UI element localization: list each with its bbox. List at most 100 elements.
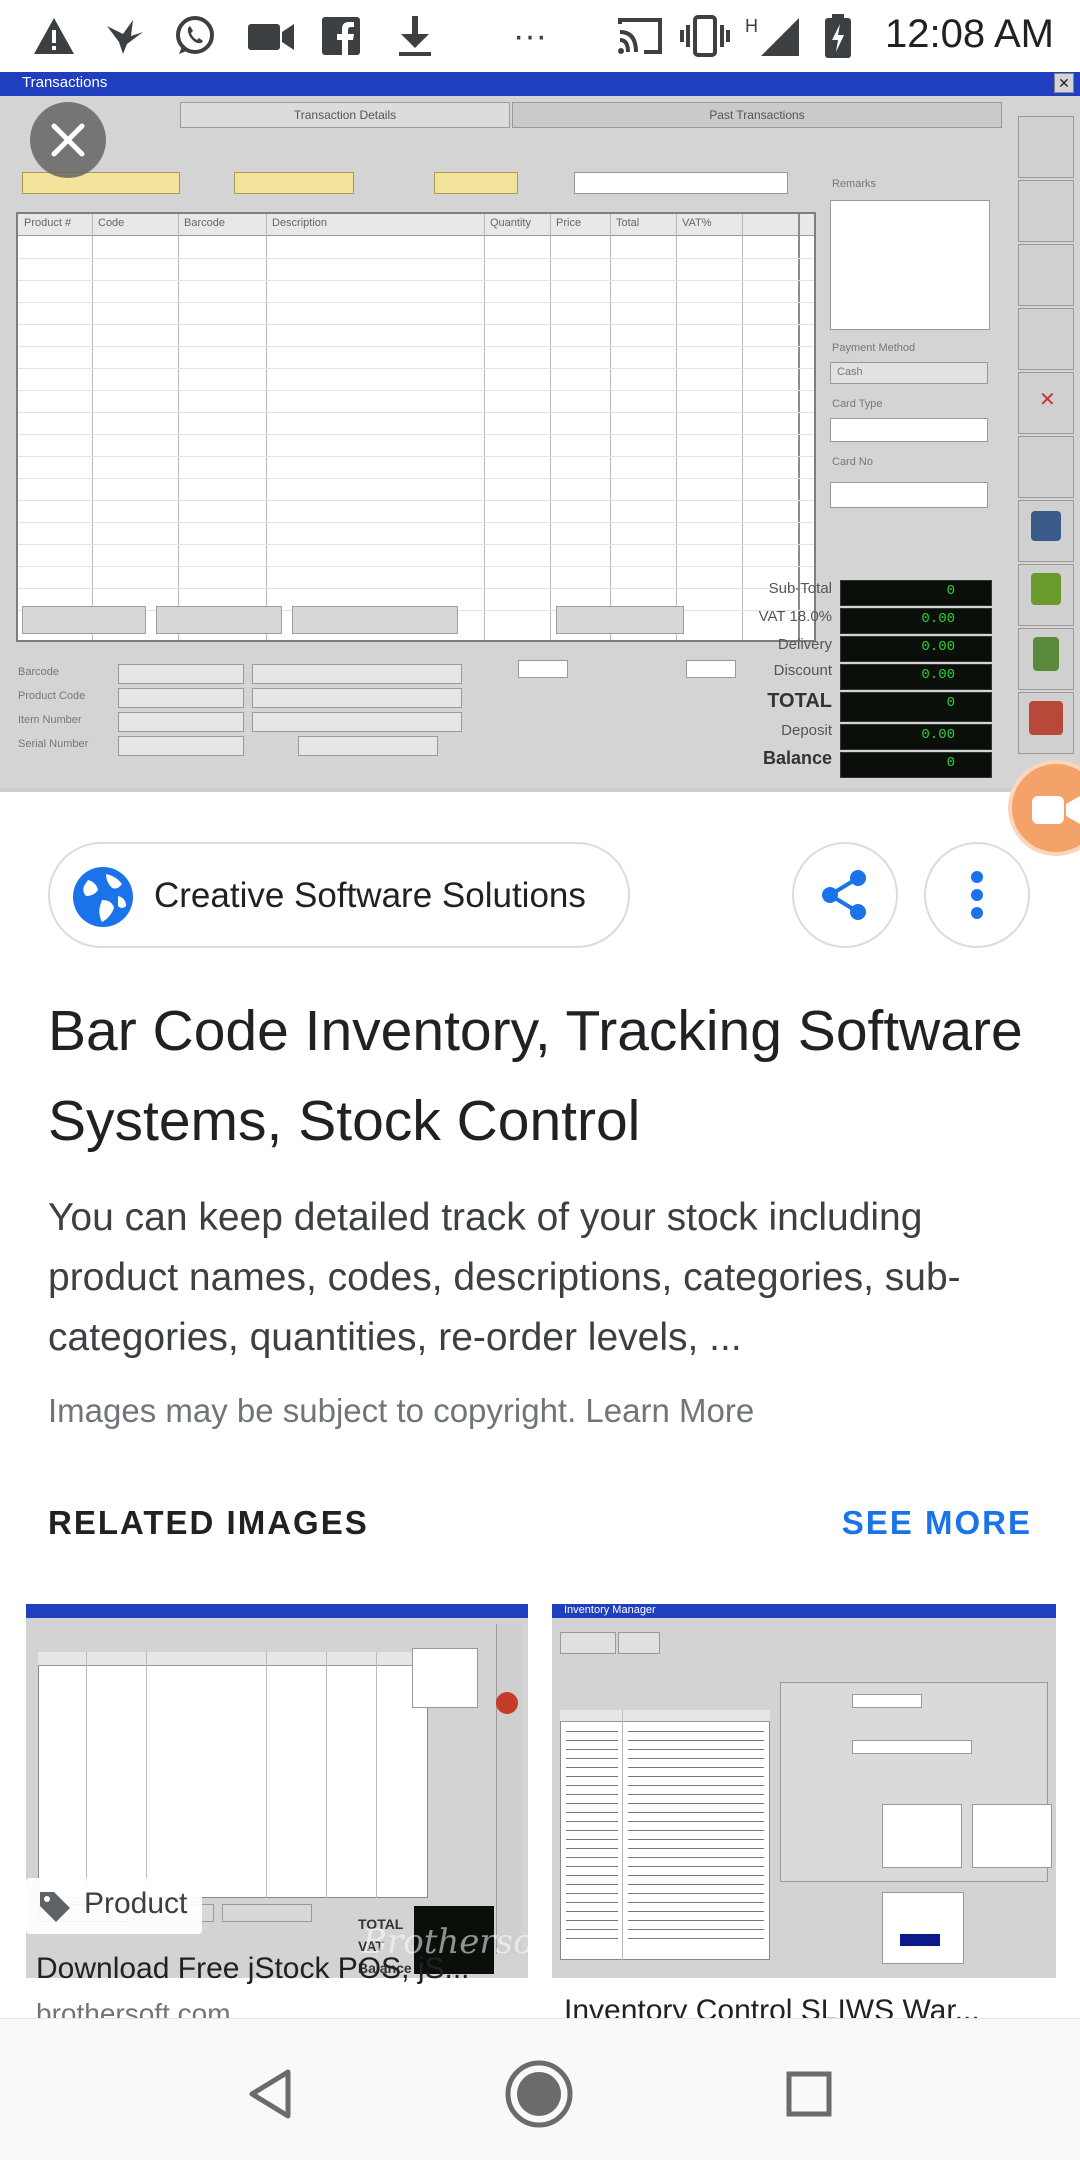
source-chip[interactable]: Creative Software Solutions	[48, 842, 630, 948]
tool-payments-icon	[1018, 564, 1074, 626]
home-icon	[505, 2060, 573, 2128]
card-type-select	[830, 418, 988, 442]
preview-toolbar: ✕	[1018, 116, 1074, 766]
remarks-box	[830, 200, 990, 330]
delivery-display: 0.00	[840, 636, 992, 662]
tool-custom-icon	[1018, 628, 1074, 690]
more-vert-icon	[971, 871, 983, 919]
tag-icon	[40, 1892, 70, 1922]
col-header: Description	[272, 217, 328, 229]
navigation-bar	[0, 2018, 1080, 2160]
preview-field	[252, 712, 462, 732]
col-header: Product #	[24, 217, 72, 229]
recents-icon	[786, 2071, 832, 2117]
vat-value: 0.00	[921, 611, 955, 627]
tab-past-transactions: Past Transactions	[512, 102, 1002, 128]
col-header: Price	[556, 217, 582, 229]
bird-icon	[100, 14, 150, 58]
payment-method-label: Payment Method	[832, 342, 916, 354]
discount-label: Discount	[773, 662, 832, 679]
preview-yellow-field	[22, 172, 180, 194]
deposit-label: Deposit	[781, 722, 832, 739]
close-icon	[51, 123, 85, 157]
window-title: Transactions	[22, 74, 108, 91]
delivery-value: 0.00	[921, 639, 955, 655]
related-window-title: Inventory Manager	[564, 1604, 656, 1616]
product-badge: Product	[26, 1878, 202, 1934]
recents-button[interactable]	[774, 2059, 844, 2129]
payment-method-select: Cash	[830, 362, 988, 384]
window-title-bar: Transactions ✕	[0, 72, 1080, 96]
preview-field	[574, 172, 788, 194]
remarks-label: Remarks	[832, 178, 877, 190]
preview-field	[518, 660, 568, 678]
total-value: 0	[946, 695, 955, 711]
balance-label: Balance	[762, 748, 832, 768]
preview-yellow-field	[234, 172, 354, 194]
preview-button	[292, 606, 458, 634]
preview-button	[556, 606, 684, 634]
col-header: Code	[98, 217, 125, 229]
result-title[interactable]: Bar Code Inventory, Tracking Software Sy…	[48, 986, 1038, 1166]
tool-delivery-icon	[1018, 692, 1074, 754]
more-notifications: ···	[513, 16, 547, 55]
card-no-field	[830, 482, 988, 508]
product-badge-label: Product	[84, 1887, 188, 1920]
video-call-icon	[244, 14, 298, 58]
share-button[interactable]	[792, 842, 898, 948]
serial-number-label: Serial Number	[18, 738, 89, 750]
total-display: 0	[840, 692, 992, 722]
tool-delete-icon: ✕	[1018, 372, 1074, 434]
barcode-label: Barcode	[18, 666, 59, 678]
tab-transaction-details: Transaction Details	[180, 102, 510, 128]
subtotal-value: 0	[946, 583, 955, 599]
battery-charging-icon	[818, 14, 858, 58]
related-image-2[interactable]: Inventory Manager	[552, 1604, 1056, 1978]
preview-field	[118, 712, 244, 732]
preview-field	[298, 736, 438, 756]
preview-field	[118, 664, 244, 684]
card-no-label: Card No	[832, 456, 873, 468]
copyright-notice[interactable]: Images may be subject to copyright. Lear…	[48, 1392, 1048, 1430]
vat-display: 0.00	[840, 608, 992, 634]
col-header: Quantity	[490, 217, 531, 229]
deposit-value: 0.00	[921, 727, 955, 743]
col-header: Barcode	[184, 217, 225, 229]
download-icon	[392, 14, 438, 58]
window-close-icon: ✕	[1054, 73, 1074, 93]
globe-icon	[73, 867, 133, 927]
related-images-heading: RELATED IMAGES	[48, 1504, 369, 1541]
delivery-label: Delivery	[777, 636, 832, 653]
preview-field	[252, 688, 462, 708]
see-more-link[interactable]: SEE MORE	[842, 1504, 1032, 1542]
whatsapp-icon	[170, 14, 220, 58]
preview-grid: Product # Code Barcode Description Quant…	[16, 212, 816, 642]
status-bar: ··· H 12:08 AM	[0, 0, 1080, 72]
discount-value: 0.00	[921, 667, 955, 683]
preview-image[interactable]: Transactions ✕ Transaction Details Past …	[0, 72, 1080, 792]
balance-display: 0	[840, 752, 992, 778]
alert-icon	[30, 14, 78, 58]
signal-icon: H	[742, 14, 802, 58]
share-icon	[822, 870, 866, 920]
facebook-icon	[318, 14, 364, 58]
discount-display: 0.00	[840, 664, 992, 690]
subtotal-display: 0	[840, 580, 992, 606]
home-button[interactable]	[504, 2059, 574, 2129]
preview-grid-header: Product # Code Barcode Description Quant…	[18, 214, 814, 236]
result-description: You can keep detailed track of your stoc…	[48, 1196, 961, 1359]
tool-icon	[1018, 180, 1074, 242]
related-caption-1[interactable]: Download Free jStock POS, jS...	[36, 1952, 528, 1986]
preview-field	[118, 736, 244, 756]
item-number-label: Item Number	[18, 714, 82, 726]
preview-button	[156, 606, 282, 634]
tool-print-icon	[1018, 308, 1074, 370]
back-button[interactable]	[236, 2059, 306, 2129]
balance-value: 0	[946, 755, 955, 771]
close-preview-button[interactable]	[30, 102, 106, 178]
card-type-label: Card Type	[832, 398, 883, 410]
vat-label: VAT 18.0%	[758, 608, 832, 625]
preview-field	[118, 688, 244, 708]
more-options-button[interactable]	[924, 842, 1030, 948]
col-header: VAT%	[682, 217, 712, 229]
